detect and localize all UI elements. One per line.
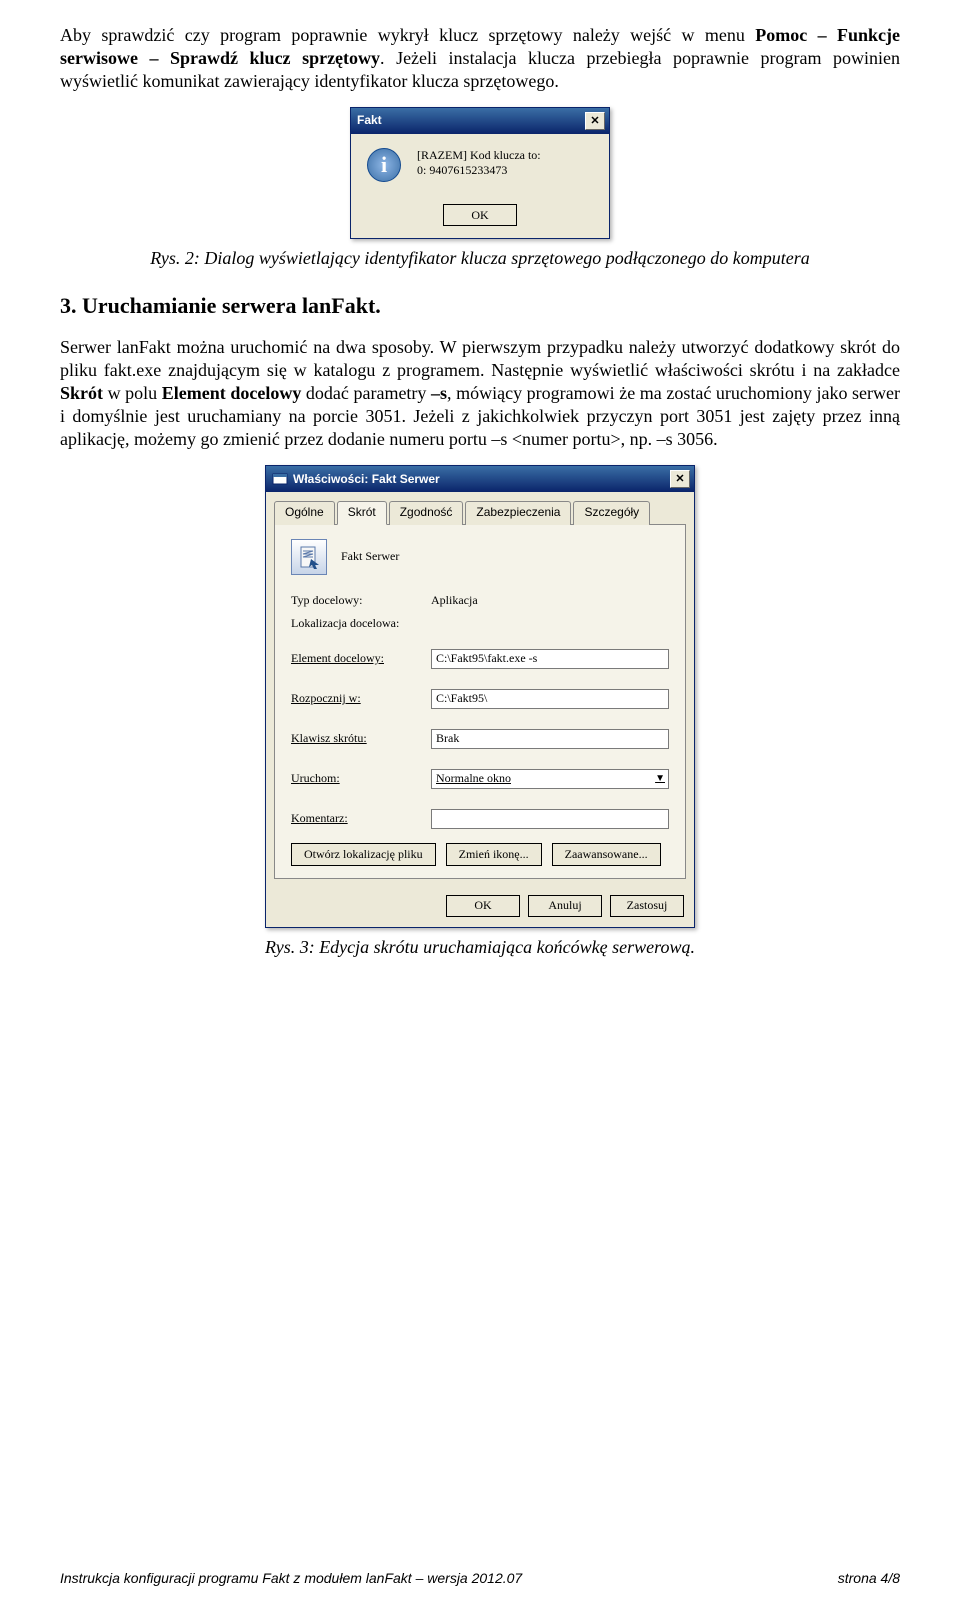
open-location-button[interactable]: Otwórz lokalizację pliku xyxy=(291,843,436,866)
ok-button[interactable]: OK xyxy=(446,895,520,917)
chevron-down-icon: ▼ xyxy=(655,773,665,784)
close-icon[interactable]: ✕ xyxy=(670,470,690,488)
dialog-actions: OK Anuluj Zastosuj xyxy=(266,887,694,927)
dialog-fakt-title: Fakt xyxy=(357,113,382,128)
change-icon-button[interactable]: Zmień ikonę... xyxy=(446,843,542,866)
tab-zabezpieczenia[interactable]: Zabezpieczenia xyxy=(465,501,571,524)
page-footer: Instrukcja konfiguracji programu Fakt z … xyxy=(60,1570,900,1586)
shortcut-document-icon xyxy=(291,539,327,575)
shortcut-key-input[interactable] xyxy=(431,729,669,749)
dialog-properties: Właściwości: Fakt Serwer ✕ OgólneSkrótZg… xyxy=(265,465,695,927)
cancel-button[interactable]: Anuluj xyxy=(528,895,602,917)
footer-left: Instrukcja konfiguracji programu Fakt z … xyxy=(60,1570,522,1586)
shortcut-name: Fakt Serwer xyxy=(341,549,399,564)
label-comment: Komentarz: xyxy=(291,811,431,826)
close-icon[interactable]: ✕ xyxy=(585,112,605,130)
value-target-type: Aplikacja xyxy=(431,593,478,608)
window-icon xyxy=(272,471,288,487)
target-input[interactable] xyxy=(431,649,669,669)
run-select[interactable]: Normalne okno ▼ xyxy=(431,769,669,789)
tabs: OgólneSkrótZgodnośćZabezpieczeniaSzczegó… xyxy=(274,500,686,524)
tab-zgodność[interactable]: Zgodność xyxy=(389,501,464,524)
figure-2-caption: Rys. 3: Edycja skrótu uruchamiająca końc… xyxy=(60,936,900,959)
label-target-location: Lokalizacja docelowa: xyxy=(291,616,431,631)
dialog-properties-title: Właściwości: Fakt Serwer xyxy=(293,472,440,487)
info-icon: i xyxy=(367,148,401,182)
figure-2: Właściwości: Fakt Serwer ✕ OgólneSkrótZg… xyxy=(60,465,900,927)
tab-page-shortcut: Fakt Serwer Typ docelowy: Aplikacja Loka… xyxy=(274,525,686,879)
heading-section-3: 3. Uruchamianie serwera lanFakt. xyxy=(60,292,900,320)
label-run: Uruchom: xyxy=(291,771,431,786)
dialog-fakt-titlebar: Fakt ✕ xyxy=(351,108,609,134)
comment-input[interactable] xyxy=(431,809,669,829)
figure-1-caption: Rys. 2: Dialog wyświetlający identyfikat… xyxy=(60,247,900,270)
ok-button[interactable]: OK xyxy=(443,204,517,226)
run-select-value: Normalne okno xyxy=(436,771,511,786)
label-target: Element docelowy: xyxy=(291,651,431,666)
dialog-fakt-body: i [RAZEM] Kod klucza to: 0: 940761523347… xyxy=(351,134,609,238)
dialog-fakt-message: [RAZEM] Kod klucza to: 0: 9407615233473 xyxy=(417,148,541,178)
tab-skrót[interactable]: Skrót xyxy=(337,501,387,524)
figure-1: Fakt ✕ i [RAZEM] Kod klucza to: 0: 94076… xyxy=(60,107,900,239)
footer-right: strona 4/8 xyxy=(838,1570,900,1586)
start-in-input[interactable] xyxy=(431,689,669,709)
dialog-fakt: Fakt ✕ i [RAZEM] Kod klucza to: 0: 94076… xyxy=(350,107,610,239)
label-target-type: Typ docelowy: xyxy=(291,593,431,608)
tab-szczegóły[interactable]: Szczegóły xyxy=(573,501,650,524)
apply-button[interactable]: Zastosuj xyxy=(610,895,684,917)
label-shortcut-key: Klawisz skrótu: xyxy=(291,731,431,746)
advanced-button[interactable]: Zaawansowane... xyxy=(552,843,661,866)
dialog-properties-titlebar: Właściwości: Fakt Serwer ✕ xyxy=(266,466,694,492)
server-paragraph: Serwer lanFakt można uruchomić na dwa sp… xyxy=(60,336,900,451)
intro-paragraph: Aby sprawdzić czy program poprawnie wykr… xyxy=(60,24,900,93)
label-start-in: Rozpocznij w: xyxy=(291,691,431,706)
tab-ogólne[interactable]: Ogólne xyxy=(274,501,335,524)
